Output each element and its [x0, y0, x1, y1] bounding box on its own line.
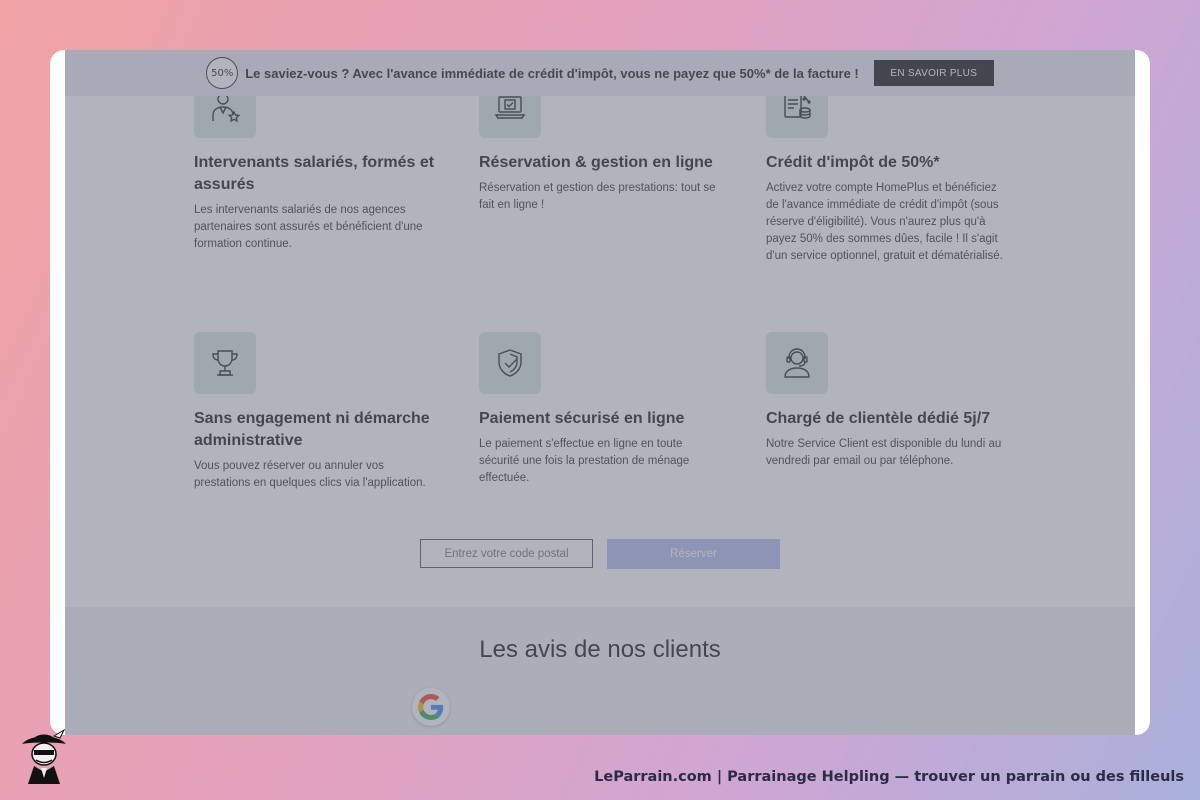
feature-description: Le paiement s'effectue en ligne en toute…: [479, 438, 690, 484]
shield-check-icon: [479, 332, 541, 394]
feature-secure-payment: Paiement sécurisé en ligne Le paiement s…: [479, 332, 729, 487]
banner-text: Le saviez-vous ? Avec l'avance immédiate…: [245, 65, 859, 81]
feature-title: Chargé de clientèle dédié 5j/7: [766, 410, 991, 427]
feature-no-commitment: Sans engagement ni démarche administrati…: [194, 332, 444, 492]
trophy-icon: [194, 332, 256, 394]
page-content: 50% Le saviez-vous ? Avec l'avance imméd…: [65, 50, 1135, 735]
discount-badge-icon: 50%: [206, 57, 239, 89]
feature-title: Sans engagement ni démarche administrati…: [194, 410, 430, 449]
promo-banner: 50% Le saviez-vous ? Avec l'avance imméd…: [65, 50, 1135, 96]
feature-description: Activez votre compte HomePlus et bénéfic…: [766, 182, 1003, 262]
postal-code-input[interactable]: [420, 539, 593, 568]
feature-description: Réservation et gestion des prestations: …: [479, 182, 716, 211]
feature-title: Intervenants salariés, formés et assurés: [194, 154, 435, 193]
leparrain-mascot-icon: [18, 728, 70, 784]
browser-frame: 50% Le saviez-vous ? Avec l'avance imméd…: [50, 50, 1150, 735]
footer-credit: LeParrain.com | Parrainage Helpling — tr…: [594, 769, 1184, 785]
feature-online-booking: Réservation & gestion en ligne Réservati…: [479, 76, 729, 214]
feature-title: Réservation & gestion en ligne: [479, 154, 713, 171]
google-icon: [412, 688, 450, 726]
learn-more-button[interactable]: EN SAVOIR PLUS: [873, 60, 994, 86]
feature-trained-staff: Intervenants salariés, formés et assurés…: [194, 76, 444, 253]
reserve-button[interactable]: Réserver: [607, 539, 780, 569]
feature-description: Vous pouvez réserver ou annuler vos pres…: [194, 460, 426, 489]
feature-tax-credit: Crédit d'impôt de 50%* Activez votre com…: [766, 76, 1016, 265]
feature-dedicated-support: Chargé de clientèle dédié 5j/7 Notre Ser…: [766, 332, 1016, 470]
headset-agent-icon: [766, 332, 828, 394]
reviews-section: Les avis de nos clients: [65, 607, 1135, 735]
feature-description: Les intervenants salariés de nos agences…: [194, 204, 423, 250]
feature-title: Crédit d'impôt de 50%*: [766, 154, 940, 171]
feature-title: Paiement sécurisé en ligne: [479, 410, 685, 427]
feature-description: Notre Service Client est disponible du l…: [766, 438, 1002, 467]
reviews-title: Les avis de nos clients: [479, 636, 721, 663]
